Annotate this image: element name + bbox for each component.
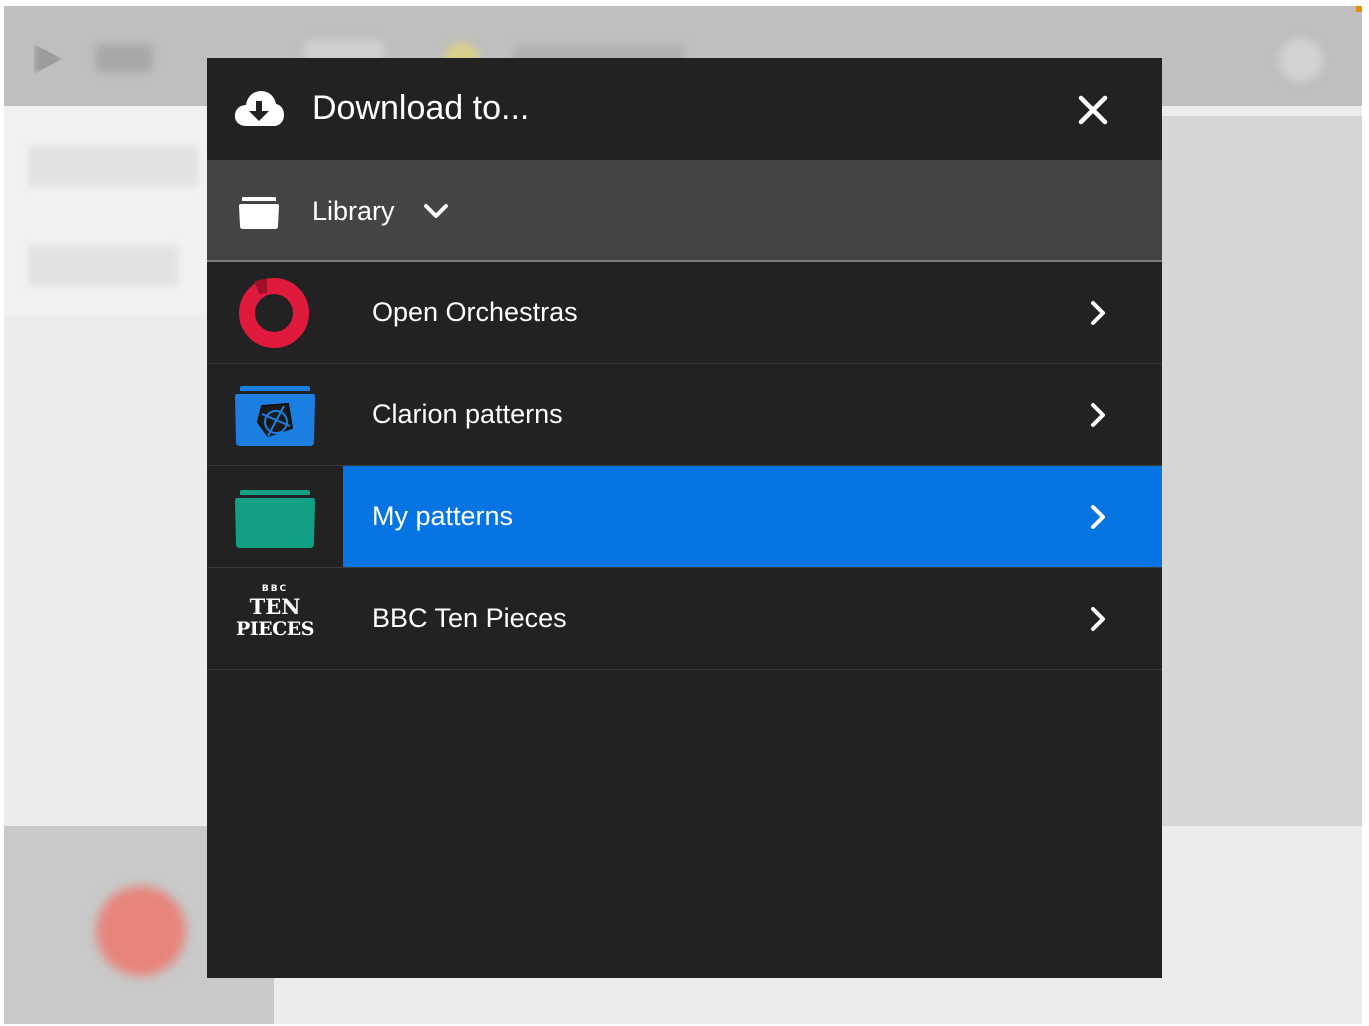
list-item-clarion-patterns[interactable]: Clarion patterns bbox=[207, 364, 1162, 466]
background-bottom-right bbox=[1162, 831, 1362, 1024]
dialog-header: Download to... bbox=[207, 58, 1162, 160]
list-item-my-patterns[interactable]: My patterns bbox=[207, 466, 1162, 568]
list-item-main[interactable]: Open Orchestras bbox=[343, 262, 1162, 363]
list-item-main[interactable]: BBC Ten Pieces bbox=[343, 568, 1162, 669]
open-orchestras-thumb bbox=[207, 262, 343, 363]
background-panel bbox=[1162, 116, 1362, 826]
list-item-label: Open Orchestras bbox=[372, 297, 578, 327]
list-item-label: My patterns bbox=[372, 501, 514, 531]
chevron-down-icon[interactable] bbox=[423, 202, 449, 220]
background-sidebar bbox=[4, 106, 214, 316]
bbc-ten-pieces-thumb: BBC TEN PIECES bbox=[207, 568, 343, 669]
record-button-blurred bbox=[96, 886, 186, 976]
destination-list: Open Orchestras Clarion patterns My patt… bbox=[207, 262, 1162, 670]
chevron-right-icon bbox=[1091, 403, 1105, 427]
list-item-label: BBC Ten Pieces bbox=[372, 603, 567, 633]
my-patterns-thumb bbox=[207, 466, 343, 567]
ten-logo-text: TEN bbox=[249, 594, 301, 619]
list-item-open-orchestras[interactable]: Open Orchestras bbox=[207, 262, 1162, 364]
folder-icon bbox=[239, 197, 279, 229]
corner-indicator bbox=[1356, 6, 1362, 12]
pieces-logo-text: PIECES bbox=[236, 618, 314, 640]
list-item-main[interactable]: Clarion patterns bbox=[343, 364, 1162, 465]
green-folder-icon bbox=[235, 490, 315, 548]
list-item-label: Clarion patterns bbox=[372, 399, 563, 429]
open-orchestras-logo bbox=[239, 278, 309, 348]
clarion-folder-icon bbox=[235, 386, 315, 446]
location-label: Library bbox=[312, 196, 395, 226]
list-item-bbc-ten-pieces[interactable]: BBC TEN PIECES BBC Ten Pieces bbox=[207, 568, 1162, 670]
cloud-download-icon bbox=[234, 91, 284, 126]
clarion-thumb bbox=[207, 364, 343, 465]
dialog-title: Download to... bbox=[312, 89, 530, 127]
close-icon[interactable] bbox=[1073, 90, 1113, 130]
chevron-right-icon bbox=[1091, 505, 1105, 529]
list-item-main[interactable]: My patterns bbox=[343, 466, 1162, 567]
bbc-ten-pieces-logo: BBC TEN PIECES bbox=[225, 584, 325, 640]
location-selector[interactable]: Library bbox=[207, 160, 1162, 262]
download-dialog: Download to... Library Open Orchestras C… bbox=[207, 58, 1162, 978]
chevron-right-icon bbox=[1091, 301, 1105, 325]
chevron-right-icon bbox=[1091, 607, 1105, 631]
